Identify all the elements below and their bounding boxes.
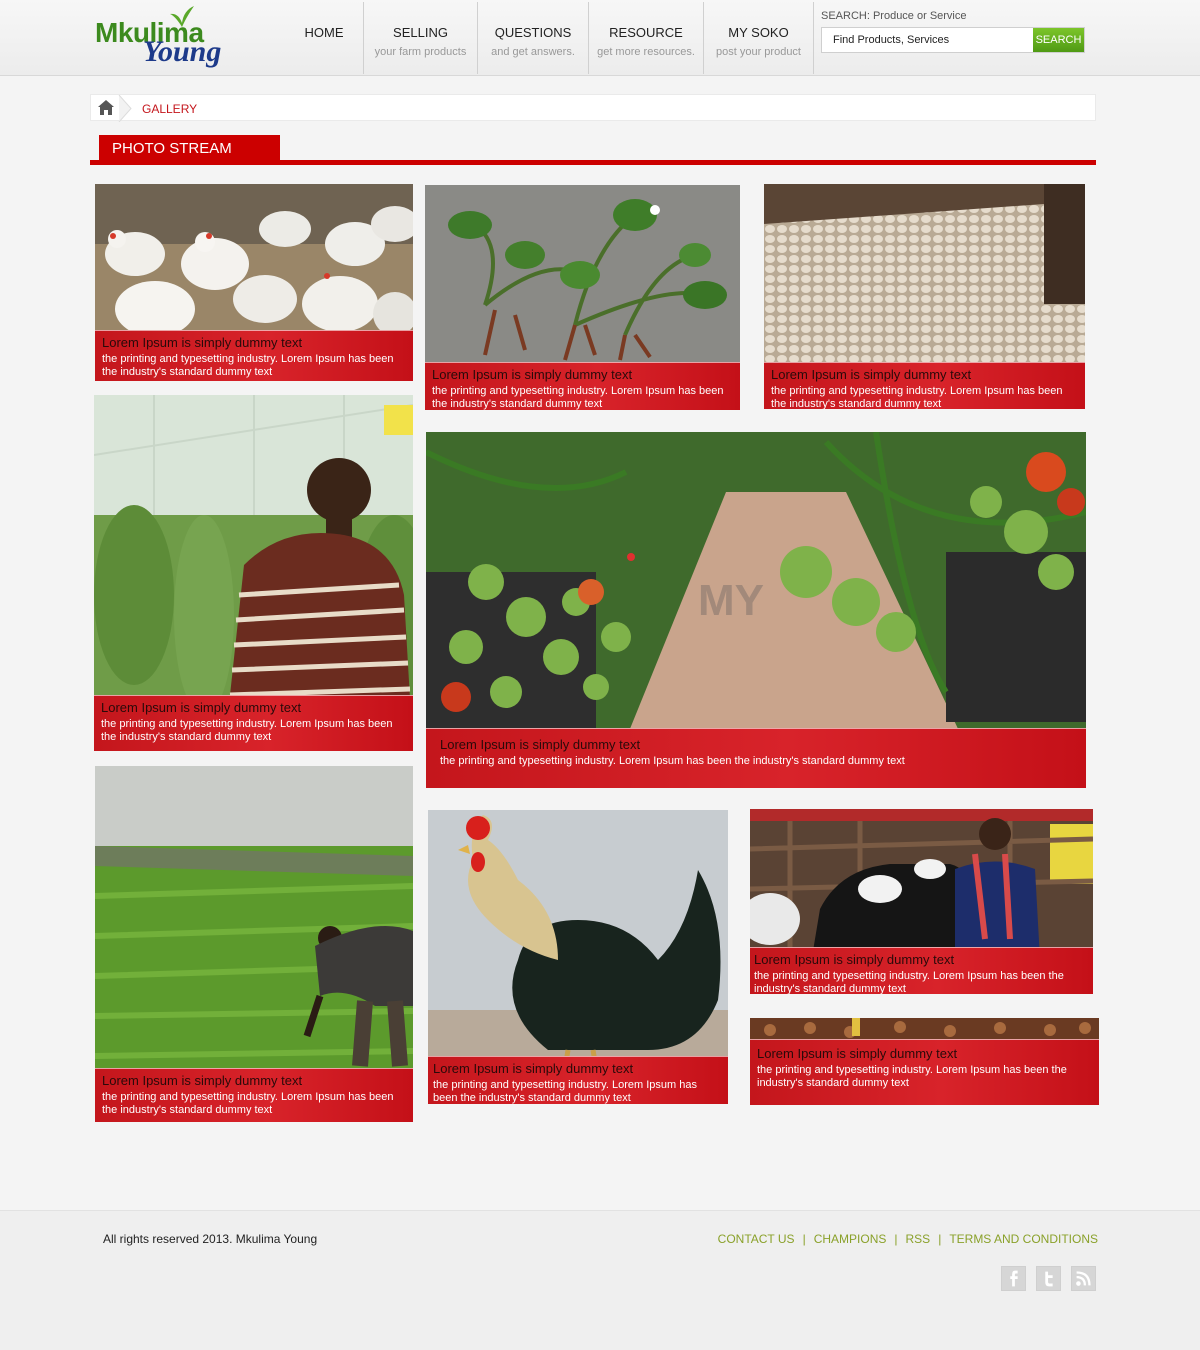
tile-caption-text: the printing and typesetting industry. L… [771,385,1063,409]
search-input[interactable] [822,28,1034,52]
nav-questions[interactable]: QUESTIONS and get answers. [478,2,589,74]
home-icon[interactable] [97,99,115,116]
tile-caption-text: the printing and typesetting industry. L… [101,718,393,743]
tile-caption-title: Lorem Ipsum is simply dummy text [101,700,302,715]
tile-caption-title: Lorem Ipsum is simply dummy text [771,367,972,382]
tile-caption: Lorem Ipsum is simply dummy text the pri… [428,1056,728,1104]
tile-caption-title: Lorem Ipsum is simply dummy text [754,952,955,967]
image-watermark: MY [698,576,764,625]
gallery-tile-poultry[interactable]: Lorem Ipsum is simply dummy text the pri… [95,184,413,381]
search-box: SEARCH [821,27,1085,53]
site-header: Mkulima Young HOME SELLING your farm pro… [0,0,1200,76]
tile-caption-text: the printing and typesetting industry. L… [757,1064,1067,1089]
tile-caption-title: Lorem Ipsum is simply dummy text [102,335,303,350]
nav-selling[interactable]: SELLING your farm products [364,2,478,74]
logo-wordmark-bottom: Young [143,35,222,68]
tile-caption: Lorem Ipsum is simply dummy text the pri… [750,947,1093,994]
gallery-tile-farmer-greenhouse[interactable]: Lorem Ipsum is simply dummy text the pri… [94,395,413,751]
nav-my-soko-label: MY SOKO [728,25,789,40]
gallery-tile-chicks[interactable]: Lorem Ipsum is simply dummy text the pri… [750,1018,1099,1105]
footer-link-contact[interactable]: CONTACT US [718,1232,795,1246]
nav-questions-label: QUESTIONS [494,25,572,40]
gallery-tile-dairy[interactable]: Lorem Ipsum is simply dummy text the pri… [750,809,1093,994]
search-button[interactable]: SEARCH [1033,28,1084,52]
nav-questions-sub: and get answers. [491,46,575,58]
facebook-icon[interactable] [1001,1266,1026,1291]
footer-links: CONTACT US | CHAMPIONS | RSS | TERMS AND CONDI… [718,1232,1098,1246]
tile-caption-title: Lorem Ipsum is simply dummy text [440,737,641,752]
copyright-text: All rights reserved 2013. Mkulima Young [103,1232,318,1246]
nav-selling-sub: your farm products [374,46,467,58]
rss-icon[interactable] [1071,1266,1096,1291]
nav-selling-label: SELLING [393,25,448,40]
nav-home[interactable]: HOME [285,2,364,74]
tile-caption-title: Lorem Ipsum is simply dummy text [433,1061,634,1076]
nav-my-soko[interactable]: MY SOKO post your product [704,2,814,74]
site-footer: All rights reserved 2013. Mkulima Young … [0,1210,1200,1350]
tile-caption-title: Lorem Ipsum is simply dummy text [432,367,633,382]
footer-link-separator: | [894,1232,898,1246]
breadcrumb: GALLERY [90,94,1096,122]
search-label: SEARCH: Produce or Service [821,10,967,22]
tile-caption: Lorem Ipsum is simply dummy text the pri… [750,1039,1099,1105]
section-title: PHOTO STREAM [99,135,280,162]
tile-caption-text: the printing and typesetting industry. L… [102,1091,394,1116]
tile-caption-title: Lorem Ipsum is simply dummy text [102,1073,303,1088]
section-divider [90,160,1096,165]
nav-resource[interactable]: RESOURCE get more resources. [589,2,704,74]
nav-home-label: HOME [304,25,344,40]
gallery-tile-tomatoes[interactable]: MY Lorem Ipsum is simply dummy text the … [426,432,1086,788]
breadcrumb-current[interactable]: GALLERY [142,102,197,116]
footer-link-champions[interactable]: CHAMPIONS [814,1232,887,1246]
tile-caption-text: the printing and typesetting industry. L… [432,385,724,410]
gallery-tile-strawberry[interactable]: Lorem Ipsum is simply dummy text the pri… [425,185,740,410]
gallery-tile-farmer-field[interactable]: Lorem Ipsum is simply dummy text the pri… [95,766,413,1122]
footer-link-rss[interactable]: RSS [906,1232,931,1246]
nav-my-soko-sub: post your product [716,46,801,58]
tile-caption: Lorem Ipsum is simply dummy text the pri… [95,1068,413,1122]
site-logo[interactable]: Mkulima Young [95,5,245,73]
gallery-tile-eggs[interactable]: Lorem Ipsum is simply dummy text the pri… [764,184,1085,409]
footer-link-terms[interactable]: TERMS AND CONDITIONS [949,1232,1098,1246]
tile-caption-title: Lorem Ipsum is simply dummy text [757,1046,958,1061]
twitter-icon[interactable] [1036,1266,1061,1291]
tile-caption: Lorem Ipsum is simply dummy text the pri… [764,362,1085,409]
tile-caption: Lorem Ipsum is simply dummy text the pri… [425,362,740,410]
footer-link-separator: | [938,1232,942,1246]
footer-link-separator: | [802,1232,806,1246]
tile-caption-text: the printing and typesetting industry. L… [440,755,905,767]
tile-caption-text: the printing and typesetting industry. L… [102,353,394,378]
tile-caption: Lorem Ipsum is simply dummy text the pri… [95,330,413,381]
nav-resource-label: RESOURCE [609,25,683,40]
nav-resource-sub: get more resources. [597,46,695,58]
breadcrumb-separator-icon [118,95,132,122]
gallery-tile-rooster[interactable]: Lorem Ipsum is simply dummy text the pri… [428,810,728,1104]
tile-caption: Lorem Ipsum is simply dummy text the pri… [94,695,413,751]
tile-caption: Lorem Ipsum is simply dummy text the pri… [426,728,1086,788]
tile-caption-text: the printing and typesetting industry. L… [754,970,1064,994]
tile-caption-text: the printing and typesetting industry. L… [433,1079,697,1104]
